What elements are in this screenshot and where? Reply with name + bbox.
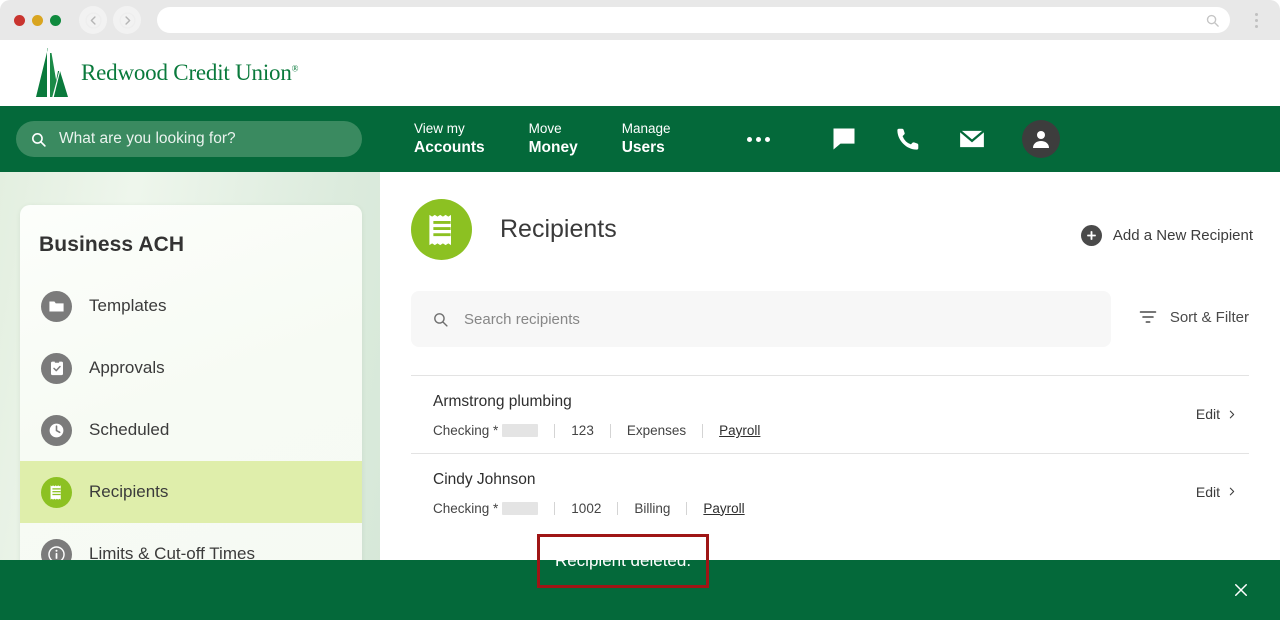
chat-icon[interactable] [812, 125, 876, 153]
recipient-meta: Checking * 123 Expenses Payroll [433, 424, 1249, 438]
sidebar-item-label: Scheduled [89, 420, 170, 439]
sidebar-item-label: Templates [89, 296, 167, 315]
add-new-recipient-button[interactable]: Add a New Recipient [1080, 225, 1253, 246]
window-traffic-lights [14, 14, 61, 26]
recipient-account: Checking * [433, 501, 554, 516]
user-avatar-icon[interactable] [1021, 120, 1060, 158]
redwood-tree-logo [34, 47, 70, 99]
edit-label: Edit [1195, 483, 1220, 500]
nav-links: View my Accounts Move Money Manage Users [392, 121, 693, 157]
toast-message: Recipient deleted. [554, 551, 692, 570]
sidebar-panel: Business ACH Templates Approvals Schedul… [20, 205, 362, 620]
recipient-account: Checking * [433, 424, 554, 438]
sidebar-item-templates[interactable]: Templates [20, 275, 362, 337]
edit-recipient-button[interactable]: Edit [1196, 406, 1237, 422]
global-search-input[interactable]: What are you looking for? [16, 121, 362, 157]
sort-and-filter-button[interactable]: Sort & Filter [1138, 307, 1249, 327]
recipient-tag-link[interactable]: Payroll [702, 424, 776, 438]
recipient-id: 123 [554, 424, 610, 438]
filter-icon [1138, 307, 1158, 327]
browser-chrome [0, 0, 1280, 40]
folder-icon [41, 290, 72, 322]
plus-circle-icon [1080, 225, 1102, 246]
masked-account-number [502, 424, 539, 437]
main-content: Recipients Add a New Recipient Search re… [380, 172, 1280, 620]
minimize-window-button[interactable] [32, 14, 43, 26]
browser-forward-button[interactable] [113, 6, 141, 34]
mail-icon[interactable] [940, 124, 1004, 154]
ellipsis-icon[interactable] [746, 136, 770, 142]
masked-account-number [502, 501, 539, 515]
recipient-name: Cindy Johnson [433, 470, 536, 488]
clock-icon [41, 414, 72, 446]
search-icon [432, 311, 449, 328]
sidebar-column: Business ACH Templates Approvals Schedul… [0, 172, 380, 620]
phone-icon[interactable] [876, 126, 940, 152]
recipient-category: Expenses [609, 424, 702, 438]
edit-label: Edit [1195, 406, 1220, 423]
table-row[interactable]: Cindy Johnson Checking * 1002 Billing Pa… [411, 452, 1249, 531]
table-row[interactable]: Armstrong plumbing Checking * 123 Expens… [411, 375, 1249, 453]
recipients-list: Armstrong plumbing Checking * 123 Expens… [411, 375, 1249, 530]
toast-notification: Recipient deleted. [0, 534, 1280, 620]
add-new-recipient-label: Add a New Recipient [1112, 227, 1253, 244]
chevron-right-icon [1227, 408, 1237, 421]
sort-and-filter-label: Sort & Filter [1169, 308, 1249, 326]
search-and-filter-row: Search recipients Sort & Filter [411, 291, 1249, 347]
page-title: Recipients [500, 215, 617, 243]
receipt-icon [41, 476, 72, 508]
edit-recipient-button[interactable]: Edit [1196, 484, 1237, 500]
nav-item-move-money[interactable]: Move Money [507, 121, 600, 157]
sidebar-item-recipients[interactable]: Recipients [20, 461, 362, 523]
receipt-icon [411, 199, 472, 260]
sidebar-nav: Templates Approvals Scheduled Recipients… [20, 275, 362, 585]
recipient-meta: Checking * 1002 Billing Payroll [433, 501, 1249, 516]
search-icon [30, 131, 47, 148]
search-recipients-input[interactable]: Search recipients [411, 291, 1111, 347]
brand-name: Redwood Credit Union® [81, 60, 299, 85]
nav-item-accounts[interactable]: View my Accounts [392, 121, 507, 157]
sidebar-item-label: Recipients [89, 482, 169, 501]
kebab-menu-icon[interactable] [1246, 12, 1266, 28]
maximize-window-button[interactable] [50, 14, 61, 26]
toast-message-highlight: Recipient deleted. [537, 534, 709, 588]
nav-item-manage-users[interactable]: Manage Users [600, 121, 693, 157]
sidebar-item-scheduled[interactable]: Scheduled [20, 399, 362, 461]
sidebar-item-approvals[interactable]: Approvals [20, 337, 362, 399]
clipboard-check-icon [41, 352, 72, 384]
search-recipients-placeholder: Search recipients [464, 310, 580, 328]
browser-address-bar[interactable] [157, 7, 1230, 33]
recipient-id: 1002 [554, 501, 617, 515]
search-icon [1205, 13, 1220, 28]
nav-utility-icons [812, 124, 1004, 154]
sidebar-item-label: Approvals [89, 358, 165, 377]
browser-back-button[interactable] [79, 6, 107, 34]
primary-navigation: What are you looking for? View my Accoun… [0, 106, 1280, 172]
close-window-button[interactable] [14, 14, 25, 26]
sidebar-title: Business ACH [39, 233, 185, 256]
global-search-placeholder: What are you looking for? [59, 130, 236, 147]
recipient-name: Armstrong plumbing [433, 393, 572, 410]
brand-logo[interactable]: Redwood Credit Union® [34, 47, 298, 99]
site-header: Redwood Credit Union® [0, 40, 1280, 106]
chevron-right-icon [1227, 485, 1237, 498]
recipient-tag-link[interactable]: Payroll [686, 501, 760, 515]
app-screenshot: Redwood Credit Union® What are you looki… [0, 0, 1280, 620]
close-icon[interactable] [1232, 581, 1250, 599]
recipient-category: Billing [617, 501, 686, 515]
page-header: Recipients [380, 172, 1280, 260]
